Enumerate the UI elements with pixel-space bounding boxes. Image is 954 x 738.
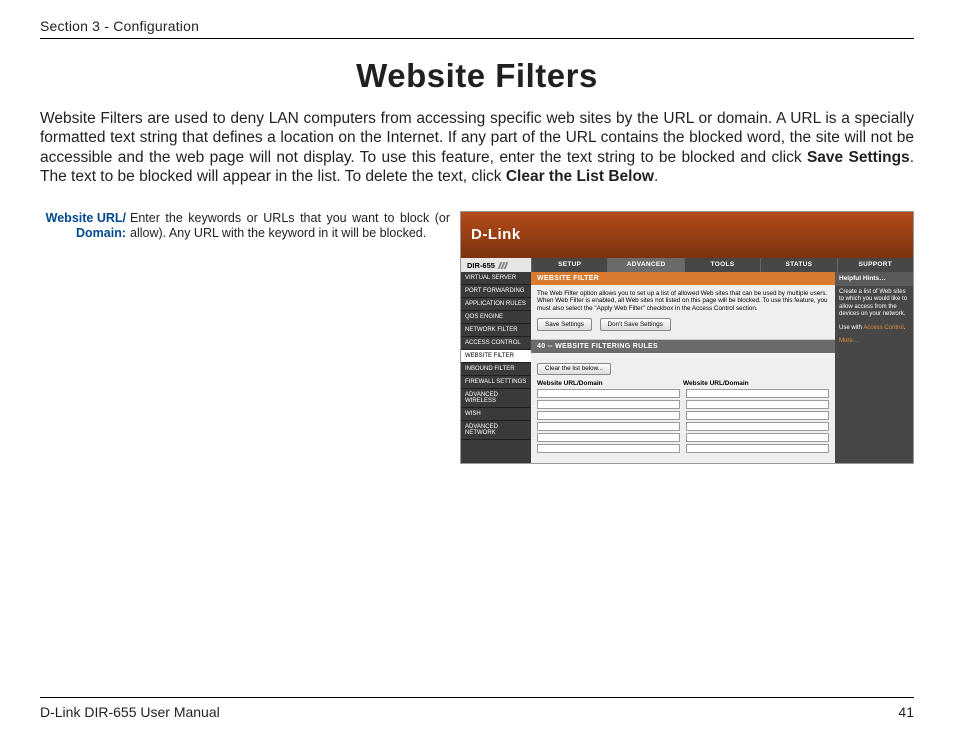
rules-col1-header: Website URL/Domain bbox=[537, 380, 683, 387]
website-url-input[interactable] bbox=[537, 422, 680, 431]
tab-advanced[interactable]: ADVANCED bbox=[607, 258, 683, 272]
header-rule bbox=[40, 38, 914, 39]
hints-body-1: Create a list of Web sites to which you … bbox=[839, 289, 909, 319]
website-url-input[interactable] bbox=[537, 400, 680, 409]
website-url-input[interactable] bbox=[686, 444, 829, 453]
dont-save-settings-button[interactable]: Don't Save Settings bbox=[600, 318, 671, 331]
router-main: WEBSITE FILTER The Web Filter option all… bbox=[531, 272, 835, 463]
router-tabs-row: DIR-655 SETUPADVANCEDTOOLSSTATUSSUPPORT bbox=[461, 258, 913, 272]
panel-rules-body: Clear the list below... Website URL/Doma… bbox=[531, 353, 835, 463]
router-header-bar: D-Link bbox=[461, 212, 913, 258]
footer-left: D-Link DIR-655 User Manual bbox=[40, 704, 220, 720]
sidebar-item-wish[interactable]: WISH bbox=[461, 408, 531, 421]
website-url-input[interactable] bbox=[686, 433, 829, 442]
definition-label: Website URL/ Domain: bbox=[40, 211, 130, 464]
definition-text: Enter the keywords or URLs that you want… bbox=[130, 211, 450, 464]
website-url-input[interactable] bbox=[537, 433, 680, 442]
router-model: DIR-655 bbox=[461, 258, 531, 272]
hints-access-control-link[interactable]: Access Control bbox=[863, 325, 903, 331]
dlink-logo: D-Link bbox=[471, 226, 521, 243]
sidebar-item-network-filter[interactable]: NETWORK FILTER bbox=[461, 324, 531, 337]
sidebar-item-website-filter[interactable]: WEBSITE FILTER bbox=[461, 350, 531, 363]
website-url-input[interactable] bbox=[537, 389, 680, 398]
save-settings-button[interactable]: Save Settings bbox=[537, 318, 592, 331]
rule-row bbox=[537, 411, 829, 420]
tab-status[interactable]: STATUS bbox=[760, 258, 836, 272]
hints-title: Helpful Hints… bbox=[835, 272, 913, 286]
rule-row bbox=[537, 422, 829, 431]
intro-bold-1: Save Settings bbox=[807, 149, 910, 166]
website-url-input[interactable] bbox=[686, 422, 829, 431]
intro-text-1: Website Filters are used to deny LAN com… bbox=[40, 110, 914, 166]
page-title: Website Filters bbox=[40, 57, 914, 95]
section-header: Section 3 - Configuration bbox=[40, 18, 914, 34]
rule-row bbox=[537, 400, 829, 409]
footer-page-number: 41 bbox=[898, 704, 914, 720]
sidebar-item-inbound-filter[interactable]: INBOUND FILTER bbox=[461, 363, 531, 376]
sidebar-item-port-forwarding[interactable]: PORT FORWARDING bbox=[461, 285, 531, 298]
rule-row bbox=[537, 444, 829, 453]
hints-more-link[interactable]: More… bbox=[839, 338, 859, 344]
rule-row bbox=[537, 433, 829, 442]
page-footer: D-Link DIR-655 User Manual 41 bbox=[40, 697, 914, 720]
panel-website-filter-body: The Web Filter option allows you to set … bbox=[531, 285, 835, 340]
intro-bold-2: Clear the List Below bbox=[506, 168, 654, 185]
tab-tools[interactable]: TOOLS bbox=[684, 258, 760, 272]
router-sidebar: VIRTUAL SERVERPORT FORWARDINGAPPLICATION… bbox=[461, 272, 531, 463]
rule-row bbox=[537, 389, 829, 398]
website-url-input[interactable] bbox=[686, 389, 829, 398]
intro-text-3: . bbox=[654, 168, 658, 185]
website-url-input[interactable] bbox=[686, 411, 829, 420]
panel-website-filter-title: WEBSITE FILTER bbox=[531, 272, 835, 285]
sidebar-item-qos-engine[interactable]: QOS ENGINE bbox=[461, 311, 531, 324]
panel-rules-title: 40 -- WEBSITE FILTERING RULES bbox=[531, 340, 835, 353]
sidebar-item-application-rules[interactable]: APPLICATION RULES bbox=[461, 298, 531, 311]
tab-setup[interactable]: SETUP bbox=[531, 258, 607, 272]
website-url-input[interactable] bbox=[537, 411, 680, 420]
website-url-input[interactable] bbox=[686, 400, 829, 409]
tab-support[interactable]: SUPPORT bbox=[837, 258, 913, 272]
sidebar-item-advanced-wireless[interactable]: ADVANCED WIRELESS bbox=[461, 389, 531, 408]
hints-body-2: Use with Access Control. bbox=[839, 325, 909, 333]
helpful-hints-panel: Helpful Hints… Create a list of Web site… bbox=[835, 272, 913, 463]
model-stripes-icon bbox=[499, 262, 507, 269]
definition-block: Website URL/ Domain: Enter the keywords … bbox=[40, 211, 450, 464]
website-url-input[interactable] bbox=[537, 444, 680, 453]
rules-col2-header: Website URL/Domain bbox=[683, 380, 829, 387]
sidebar-item-access-control[interactable]: ACCESS CONTROL bbox=[461, 337, 531, 350]
sidebar-item-advanced-network[interactable]: ADVANCED NETWORK bbox=[461, 421, 531, 440]
intro-paragraph: Website Filters are used to deny LAN com… bbox=[40, 109, 914, 187]
panel-description: The Web Filter option allows you to set … bbox=[537, 290, 829, 314]
sidebar-item-virtual-server[interactable]: VIRTUAL SERVER bbox=[461, 272, 531, 285]
sidebar-item-firewall-settings[interactable]: FIREWALL SETTINGS bbox=[461, 376, 531, 389]
router-ui-screenshot: D-Link DIR-655 SETUPADVANCEDTOOLSSTATUSS… bbox=[460, 211, 914, 464]
clear-list-button[interactable]: Clear the list below... bbox=[537, 363, 611, 375]
